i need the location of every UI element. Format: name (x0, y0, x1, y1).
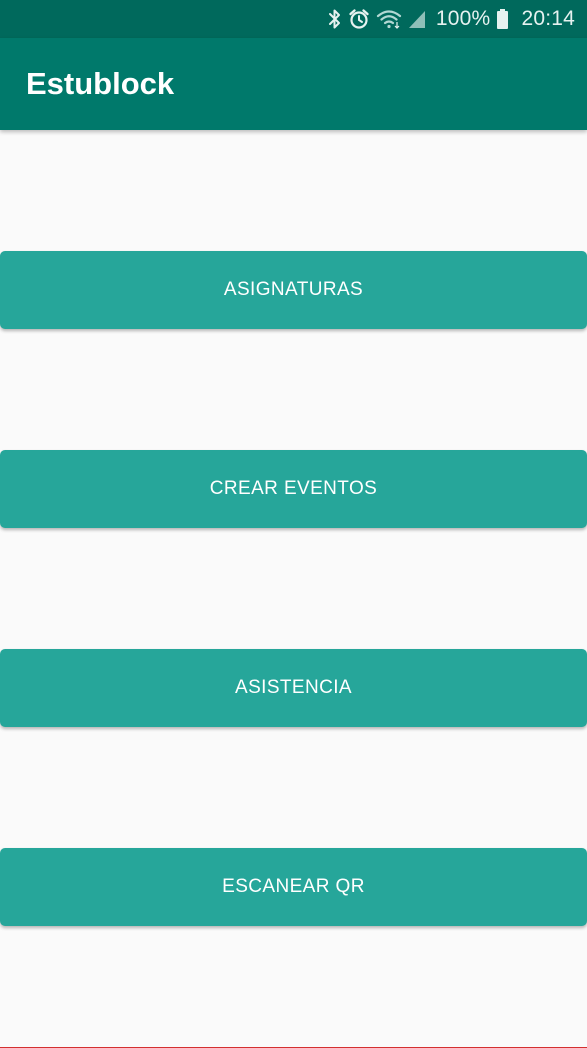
page-title: Estublock (26, 66, 175, 101)
battery-icon (496, 8, 509, 30)
status-icons: 100% 20:14 (328, 7, 575, 31)
wifi-icon (376, 8, 402, 30)
escanear-qr-button[interactable]: ESCANEAR QR (0, 848, 587, 926)
crear-eventos-button[interactable]: CREAR EVENTOS (0, 450, 587, 528)
asistencia-button[interactable]: ASISTENCIA (0, 649, 587, 727)
bluetooth-icon (328, 8, 342, 30)
app-bar: Estublock (0, 38, 587, 130)
status-bar: 100% 20:14 (0, 0, 587, 38)
main-content: ASIGNATURAS CREAR EVENTOS ASISTENCIA ESC… (0, 130, 587, 1048)
clock: 20:14 (521, 7, 575, 30)
alarm-icon (348, 8, 370, 30)
signal-icon (408, 8, 426, 30)
battery-percent: 100% (435, 7, 491, 30)
asignaturas-button[interactable]: ASIGNATURAS (0, 251, 587, 329)
